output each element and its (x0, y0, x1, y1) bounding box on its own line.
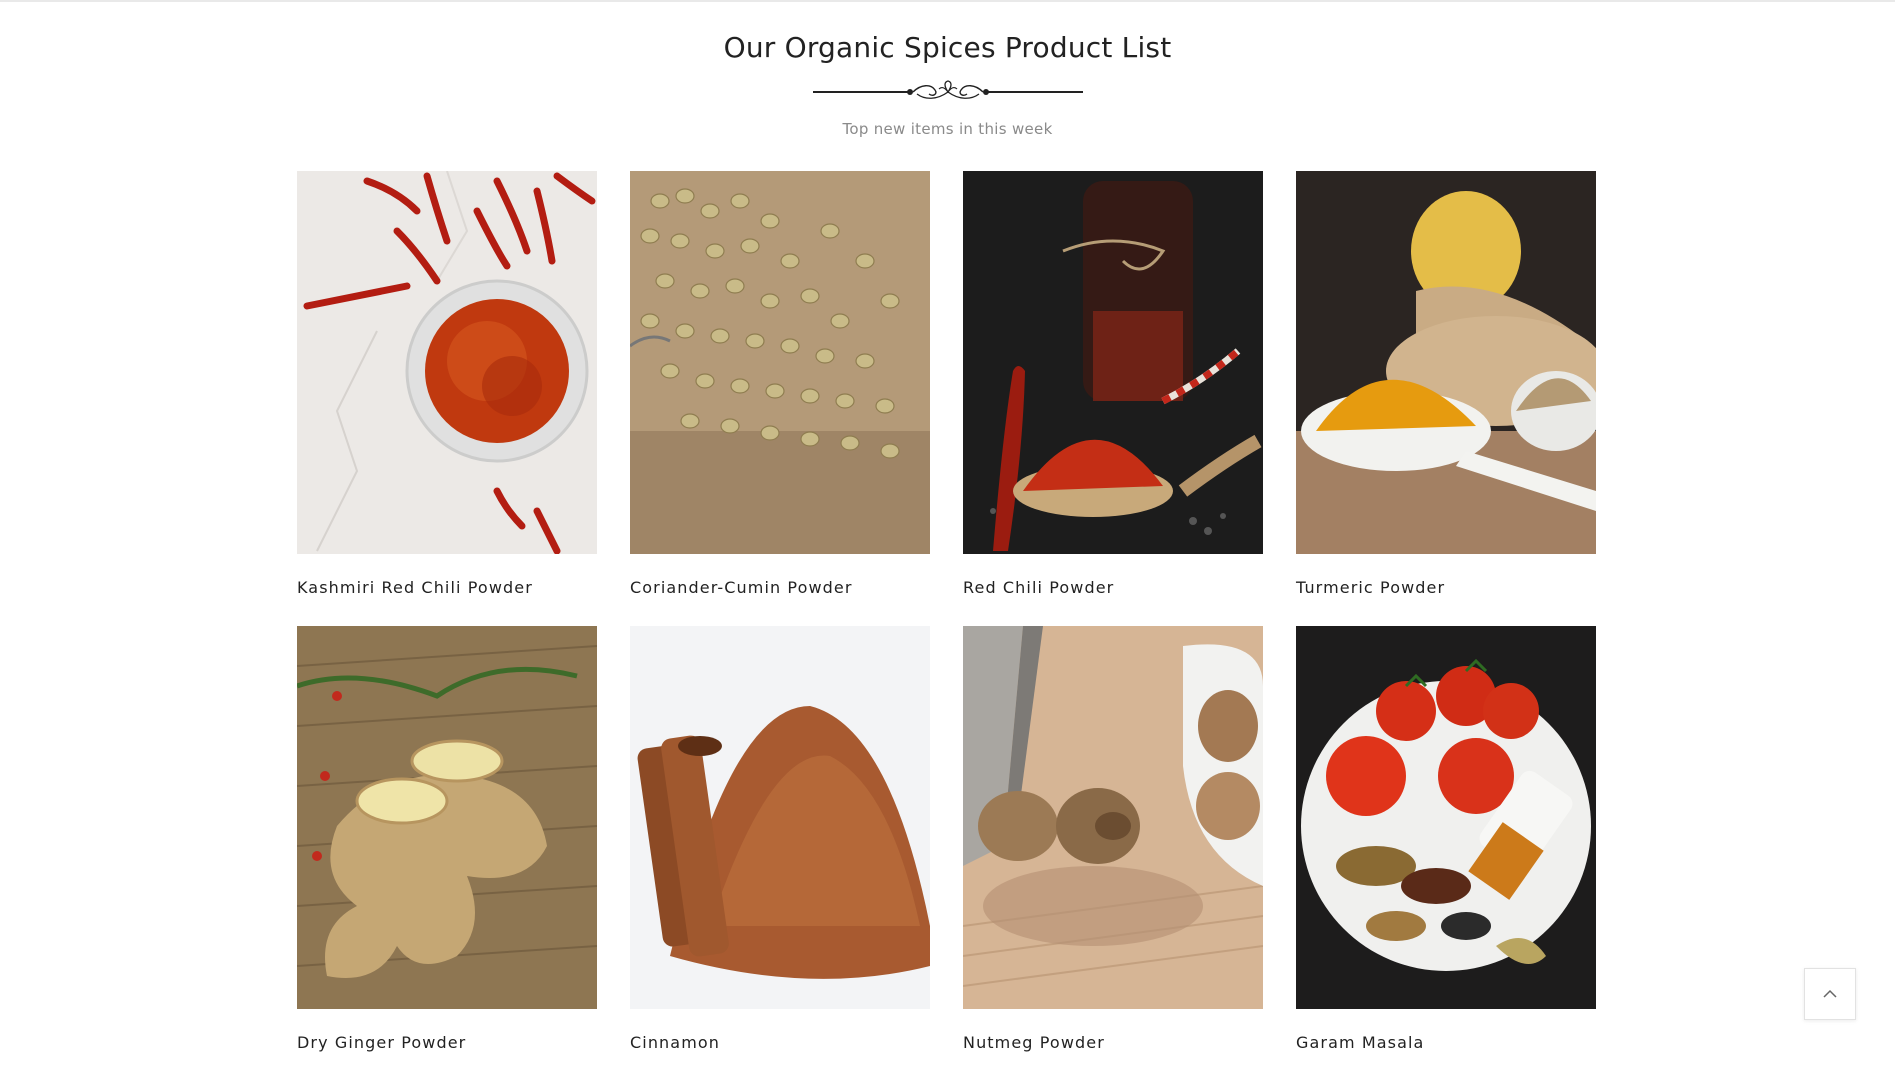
section-subtitle: Top new items in this week (842, 120, 1053, 138)
section-header: Our Organic Spices Product List Top new … (0, 30, 1895, 138)
cinnamon-powder-photo[interactable] (630, 626, 930, 1009)
garam-masala-plate-photo[interactable] (1296, 626, 1596, 1009)
red-chili-spoon-photo[interactable] (963, 171, 1263, 554)
product-name[interactable]: Turmeric Powder (1296, 578, 1596, 597)
product-name[interactable]: Garam Masala (1296, 1033, 1596, 1052)
product-name[interactable]: Dry Ginger Powder (297, 1033, 597, 1052)
product-name[interactable]: Kashmiri Red Chili Powder (297, 578, 597, 597)
product-card[interactable]: Cinnamon (630, 626, 930, 1052)
ornament-divider-icon (812, 80, 1083, 99)
product-card[interactable]: Turmeric Powder (1296, 171, 1596, 597)
product-name[interactable]: Coriander-Cumin Powder (630, 578, 930, 597)
product-name[interactable]: Nutmeg Powder (963, 1033, 1263, 1052)
coriander-seeds-photo[interactable] (630, 171, 930, 554)
ginger-root-photo[interactable] (297, 626, 597, 1009)
product-card[interactable]: Dry Ginger Powder (297, 626, 597, 1052)
chili-powder-bowl-photo[interactable] (297, 171, 597, 554)
product-card[interactable]: Coriander-Cumin Powder (630, 171, 930, 597)
product-name[interactable]: Cinnamon (630, 1033, 930, 1052)
top-border (0, 0, 1895, 2)
product-card[interactable]: Red Chili Powder (963, 171, 1263, 597)
product-name[interactable]: Red Chili Powder (963, 578, 1263, 597)
product-card[interactable]: Kashmiri Red Chili Powder (297, 171, 597, 597)
section-title: Our Organic Spices Product List (723, 31, 1172, 64)
turmeric-spoon-photo[interactable] (1296, 171, 1596, 554)
chevron-up-icon (1823, 989, 1837, 998)
nutmeg-grater-photo[interactable] (963, 626, 1263, 1009)
back-to-top-button[interactable] (1804, 968, 1856, 1020)
product-card[interactable]: Nutmeg Powder (963, 626, 1263, 1052)
product-card[interactable]: Garam Masala (1296, 626, 1596, 1052)
